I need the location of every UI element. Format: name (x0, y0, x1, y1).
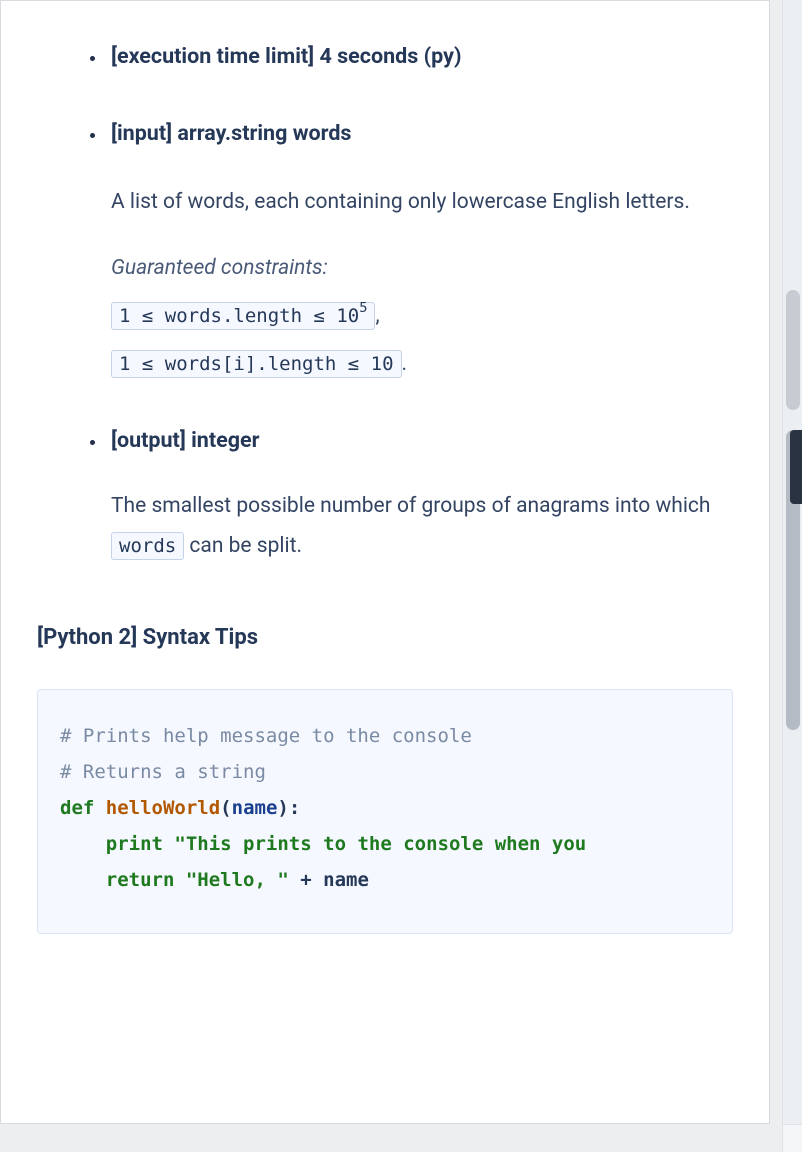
constraint-1-pre: 1 ≤ words.length ≤ 10 (119, 305, 359, 327)
constraint-1-code: 1 ≤ words.length ≤ 105 (111, 302, 375, 330)
syntax-tips-heading: [Python 2] Syntax Tips (37, 617, 733, 659)
code-name2: name (323, 869, 369, 891)
scrollbar-corner (782, 1124, 802, 1152)
output-desc-pre: The smallest possible number of groups o… (111, 494, 710, 518)
output-desc-code: words (111, 532, 184, 560)
problem-panel: [execution time limit] 4 seconds (py) [i… (0, 0, 770, 1124)
spec-time-limit: [execution time limit] 4 seconds (py) (107, 37, 733, 78)
code-str1: "This prints to the console when you (174, 833, 597, 855)
output-desc-post: can be split. (184, 534, 302, 558)
constraints-heading: Guaranteed constraints: (111, 249, 733, 289)
code-str2: "Hello, " (186, 869, 289, 891)
code-fn-name: helloWorld (106, 797, 220, 819)
output-description: The smallest possible number of groups o… (111, 487, 733, 567)
code-plus: + (289, 869, 323, 891)
scrollbar-track[interactable] (782, 0, 802, 1124)
scrollbar-thumb-upper[interactable] (786, 290, 800, 410)
code-comment-1: # Prints help message to the console (60, 725, 472, 747)
input-label: [input] array.string words (111, 121, 351, 146)
spec-output: [output] integer The smallest possible n… (107, 421, 733, 568)
constraint-1-after: , (375, 304, 379, 328)
code-lparen: ( (220, 797, 231, 819)
panel-resize-handle[interactable] (790, 430, 802, 504)
constraint-1-sup: 5 (359, 300, 367, 316)
code-arg: name (232, 797, 278, 819)
constraint-2-row: 1 ≤ words[i].length ≤ 10. (111, 343, 733, 385)
output-label: [output] integer (111, 428, 260, 453)
spec-input: [input] array.string words A list of wor… (107, 114, 733, 385)
constraint-2-code: 1 ≤ words[i].length ≤ 10 (111, 350, 402, 378)
time-limit-label: [execution time limit] 4 seconds (py) (111, 44, 462, 69)
constraint-2-after: . (402, 352, 408, 376)
syntax-tips-code: # Prints help message to the console # R… (37, 689, 733, 933)
code-kw-return: return (106, 869, 175, 891)
spec-list: [execution time limit] 4 seconds (py) [i… (37, 37, 733, 567)
problem-content: [execution time limit] 4 seconds (py) [i… (1, 37, 769, 977)
code-rparen-colon: ): (277, 797, 300, 819)
code-kw-print: print (106, 833, 163, 855)
code-kw-def: def (60, 797, 94, 819)
constraint-1-row: 1 ≤ words.length ≤ 105, (111, 295, 733, 337)
viewport: [execution time limit] 4 seconds (py) [i… (0, 0, 802, 1152)
code-comment-2: # Returns a string (60, 761, 266, 783)
input-description: A list of words, each containing only lo… (111, 183, 733, 223)
